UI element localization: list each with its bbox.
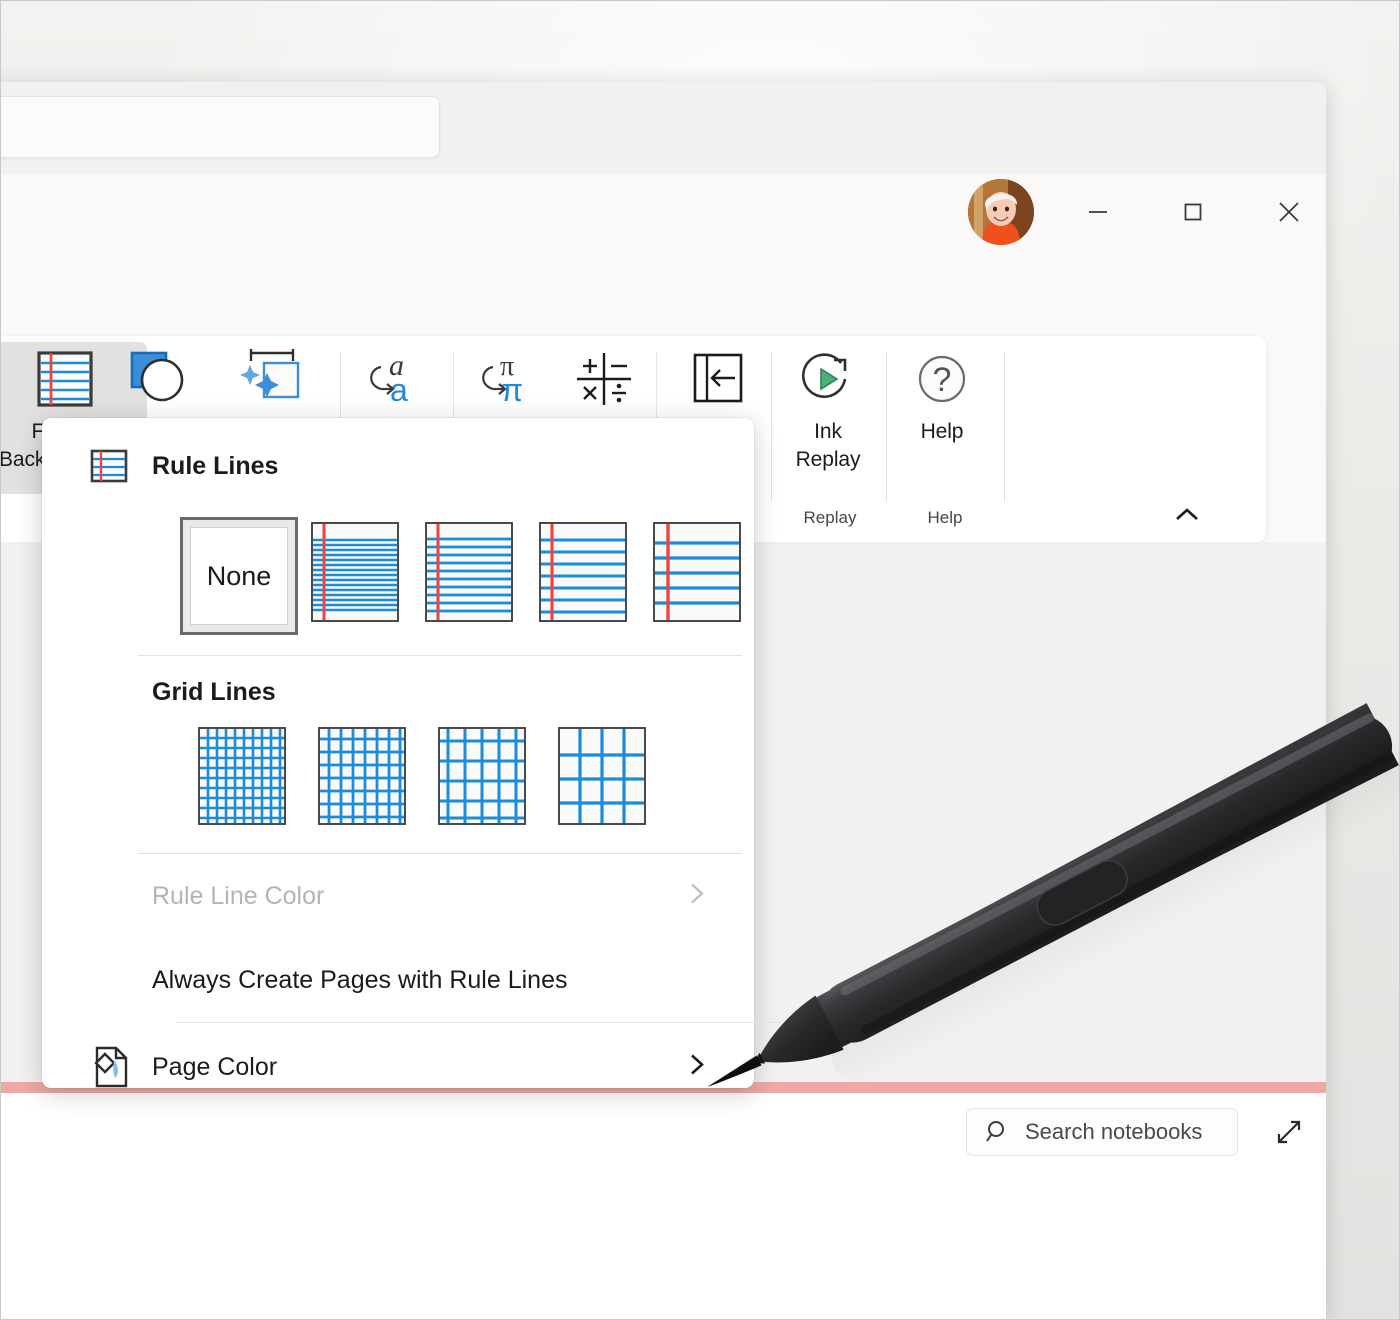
always-create-pages-label: Always Create Pages with Rule Lines	[152, 966, 567, 995]
panel-header: Rule Lines	[42, 418, 754, 487]
grid-lines-section-title: Grid Lines	[42, 678, 754, 707]
format-background-dropdown: Rule Lines None	[42, 418, 754, 1088]
grid-line-option-very-large[interactable]	[542, 721, 662, 831]
rule-line-option-wide[interactable]	[640, 517, 754, 627]
small-grid-preview	[200, 729, 284, 823]
wide-ruled-preview	[655, 524, 739, 620]
rule-lines-icon	[88, 445, 130, 487]
panel-title: Rule Lines	[152, 452, 278, 481]
grid-line-option-small[interactable]	[182, 721, 302, 831]
menu-item-rule-line-color[interactable]: Rule Line Color	[42, 854, 754, 938]
very-large-grid-preview	[560, 729, 644, 823]
rule-line-option-narrow[interactable]	[298, 517, 412, 627]
narrow-ruled-preview	[313, 524, 397, 620]
college-ruled-preview	[427, 524, 511, 620]
page-color-label: Page Color	[152, 1053, 277, 1082]
page-color-icon	[88, 1044, 152, 1090]
rule-line-none-label: None	[207, 561, 272, 592]
large-grid-preview	[440, 729, 524, 823]
menu-item-page-color[interactable]: Page Color	[42, 1023, 754, 1111]
rule-lines-thumbnails: None	[42, 517, 754, 635]
rule-line-color-label: Rule Line Color	[152, 882, 324, 911]
grid-line-option-medium[interactable]	[302, 721, 422, 831]
menu-item-always-create-pages-with-rule-lines[interactable]: Always Create Pages with Rule Lines	[42, 938, 754, 1022]
chevron-right-icon	[686, 1052, 708, 1083]
standard-ruled-preview	[541, 524, 625, 620]
medium-grid-preview	[320, 729, 404, 823]
rule-line-option-college[interactable]	[412, 517, 526, 627]
grid-lines-thumbnails	[42, 721, 754, 831]
grid-line-option-large[interactable]	[422, 721, 542, 831]
rule-line-option-standard[interactable]	[526, 517, 640, 627]
chevron-right-icon	[686, 881, 708, 912]
rule-line-option-none[interactable]: None	[180, 517, 298, 635]
